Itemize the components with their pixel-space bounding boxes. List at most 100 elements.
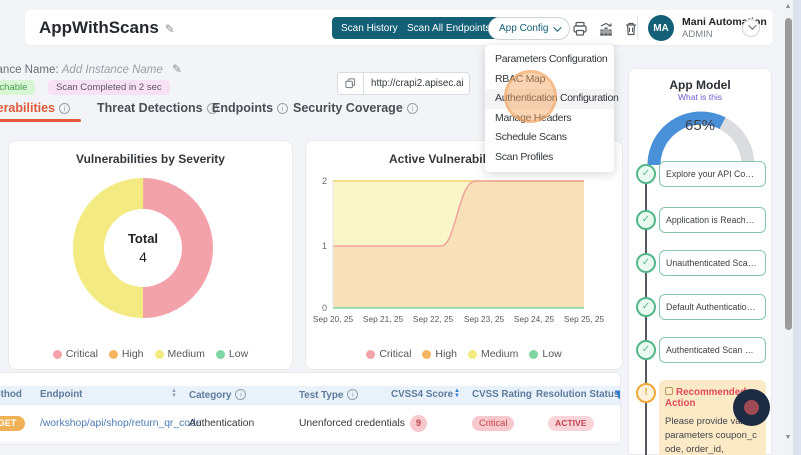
svg-text:Sep 20, 25: Sep 20, 25	[313, 314, 354, 324]
legend-medium[interactable]: Medium	[155, 348, 205, 360]
menu-item-scan-profiles[interactable]: Scan Profiles	[485, 148, 614, 168]
medium-dot	[468, 350, 477, 359]
info-icon[interactable]: i	[407, 103, 418, 114]
donut-legend: Critical High Medium Low	[9, 348, 292, 360]
tab-endpoints[interactable]: Endpointsi	[212, 101, 288, 115]
menu-item-parameters-configuration[interactable]: Parameters Configuration	[485, 50, 614, 70]
info-icon[interactable]: i	[277, 103, 288, 114]
screen-record-button[interactable]	[733, 389, 770, 426]
what-is-this-link[interactable]: What is this	[629, 92, 771, 102]
active-vulnerabilities-card: Active Vulnerabilities - 2 1 0 Sep 20, 2…	[305, 140, 623, 370]
svg-text:Sep 22, 25: Sep 22, 25	[413, 314, 454, 324]
col-endpoint[interactable]: Endpoint	[40, 389, 82, 400]
donut-total-value: 4	[139, 249, 147, 265]
low-dot	[529, 350, 538, 359]
low-dot	[216, 350, 225, 359]
legend-high[interactable]: High	[422, 348, 457, 360]
table-row[interactable]: GET /workshop/api/shop/return_qr_code Au…	[0, 405, 620, 443]
step-item[interactable]: Default Authentication Conf...	[659, 294, 766, 320]
step-item[interactable]: Authenticated Scan Executed	[659, 337, 766, 363]
scrollbar-thumb[interactable]	[785, 18, 792, 330]
tab-security-coverage-label: Security Coverage	[293, 101, 403, 115]
vertical-scrollbar[interactable]: ▲ ▼	[783, 0, 793, 455]
edit-instance-icon[interactable]: ✎	[172, 62, 182, 76]
sort-endpoint-icon[interactable]: ▲▼	[168, 389, 177, 401]
info-icon[interactable]: i	[59, 103, 70, 114]
scroll-up-arrow[interactable]: ▲	[783, 3, 793, 10]
svg-text:Sep 23, 25: Sep 23, 25	[464, 314, 505, 324]
table-header-row: Method Endpoint ▲▼ Categoryi Test Typei …	[0, 386, 620, 405]
instance-name-placeholder[interactable]: Add Instance Name	[62, 64, 163, 76]
method-badge: GET	[0, 416, 25, 431]
donut-chart-title: Vulnerabilities by Severity	[9, 152, 292, 166]
category-cell: Authentication	[189, 418, 254, 429]
col-cvss4-label: CVSS4 Score	[391, 389, 453, 400]
col-cvss4-score[interactable]: CVSS4 Score	[391, 389, 453, 400]
app-url-text: http://crapi2.apisec.ai	[364, 78, 464, 89]
scan-history-button[interactable]: Scan History	[332, 17, 407, 39]
legend-low[interactable]: Low	[529, 348, 561, 360]
col-method[interactable]: Method	[0, 389, 22, 400]
step-item[interactable]: Unauthenticated Scan Exe...	[659, 250, 766, 276]
user-menu-chevron-button[interactable]	[742, 19, 760, 37]
header-divider	[637, 16, 638, 40]
legend-medium[interactable]: Medium	[468, 348, 518, 360]
tab-threat-detections[interactable]: Threat Detectionsi	[97, 101, 218, 115]
filter-funnel-icon[interactable]	[614, 390, 621, 401]
app-name-text: AppWithScans	[39, 18, 159, 37]
critical-dot	[366, 350, 375, 359]
step-check-icon: ✓	[636, 253, 656, 273]
col-category-label: Category	[189, 390, 231, 401]
tab-vulnerabilities-label: Vulnerabilities	[0, 101, 55, 115]
resolution-status-badge: ACTIVE	[548, 416, 594, 431]
app-config-dropdown-button[interactable]: App Config	[488, 17, 570, 40]
legend-low[interactable]: Low	[216, 348, 248, 360]
info-icon[interactable]: i	[347, 389, 358, 400]
chevron-down-icon	[748, 21, 756, 29]
dashboard-root: AppWithScans ✎ Scan History Scan All Endp…	[0, 0, 801, 455]
legend-critical-label: Critical	[379, 348, 411, 360]
legend-medium-label: Medium	[481, 348, 518, 360]
menu-item-manage-headers[interactable]: Manage Headers	[485, 109, 614, 129]
info-icon[interactable]: i	[235, 389, 246, 400]
tab-vulnerabilities[interactable]: Vulnerabilities i	[0, 101, 70, 115]
step-item[interactable]: Application is Reachable	[659, 207, 766, 233]
printer-icon[interactable]	[572, 21, 588, 37]
menu-item-rbac-map[interactable]: RBAC Map	[485, 70, 614, 90]
step-item[interactable]: Explore your API Composition	[659, 161, 766, 187]
col-cvss-rating[interactable]: CVSS Rating	[472, 389, 532, 400]
page-title: AppWithScans ✎	[39, 18, 175, 38]
user-avatar[interactable]: MA	[648, 15, 674, 41]
tab-security-coverage[interactable]: Security Coverage i	[293, 101, 418, 115]
svg-text:Sep 21, 25: Sep 21, 25	[363, 314, 404, 324]
legend-high[interactable]: High	[109, 348, 144, 360]
legend-critical[interactable]: Critical	[53, 348, 98, 360]
legend-critical[interactable]: Critical	[366, 348, 411, 360]
menu-item-schedule-scans[interactable]: Schedule Scans	[485, 128, 614, 148]
tab-threat-detections-label: Threat Detections	[97, 101, 203, 115]
active-vulnerabilities-chart: 2 1 0 Sep 20, 25 Sep 21, 25 Sep 22, 25 S…	[306, 163, 624, 333]
col-test-type-label: Test Type	[299, 390, 343, 401]
user-role: ADMIN	[682, 29, 713, 40]
svg-text:Sep 25, 25: Sep 25, 25	[564, 314, 605, 324]
sort-cvss4-icon[interactable]: ▲▼	[451, 389, 460, 401]
col-resolution-status[interactable]: Resolution Status	[536, 389, 619, 400]
step-warning-icon: !	[636, 383, 656, 403]
scroll-down-arrow[interactable]: ▼	[783, 434, 793, 441]
legend-critical-label: Critical	[66, 348, 98, 360]
edit-title-icon[interactable]: ✎	[165, 22, 175, 36]
app-url-box: http://crapi2.apisec.ai	[337, 72, 470, 95]
col-category[interactable]: Category i	[189, 389, 246, 401]
endpoint-link[interactable]: /workshop/api/shop/return_qr_code	[40, 418, 201, 429]
legend-medium-label: Medium	[168, 348, 205, 360]
app-model-title: App Model	[629, 78, 771, 92]
step-check-icon: ✓	[636, 340, 656, 360]
col-test-type[interactable]: Test Type i	[299, 389, 358, 401]
instance-name-row: Instance Name: Add Instance Name ✎	[0, 62, 182, 76]
donut-center-label: Total 4	[73, 178, 213, 318]
step-check-icon: ✓	[636, 164, 656, 184]
analytics-report-icon[interactable]	[598, 21, 614, 37]
menu-item-authentication-configuration[interactable]: Authentication Configuration	[485, 89, 614, 109]
copy-url-icon[interactable]	[338, 73, 364, 94]
scan-all-endpoints-button[interactable]: Scan All Endpoints	[398, 17, 499, 39]
